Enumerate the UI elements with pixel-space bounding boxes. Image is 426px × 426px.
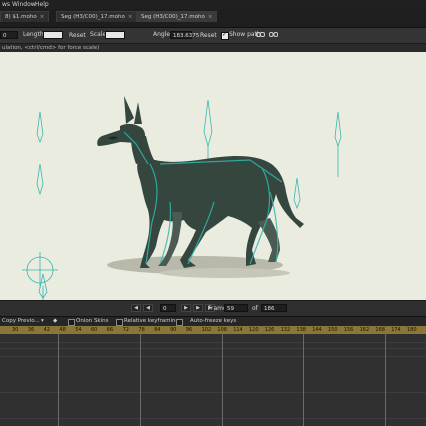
length-input[interactable] <box>43 31 63 39</box>
scene-canvas[interactable] <box>0 52 426 300</box>
ruler-tick-label: 138 <box>296 327 306 333</box>
of-label: of <box>252 305 258 312</box>
close-icon[interactable]: × <box>40 14 45 20</box>
tab-label: Seg (H3/C00)_17.moho <box>141 14 205 20</box>
ruler-tick-label: 30 <box>12 327 19 333</box>
ruler-tick-label: 96 <box>185 327 193 333</box>
reset-length-button[interactable]: Reset <box>69 31 86 40</box>
length-label: Length <box>23 31 44 38</box>
ruler-tick-label: 156 <box>343 327 354 333</box>
menu-item-help[interactable]: Help <box>35 1 49 8</box>
position-field[interactable]: 0 <box>0 31 18 39</box>
ruler-tick-label: 162 <box>359 327 370 333</box>
copy-previous-dropdown[interactable]: Copy Previo... <box>2 318 40 324</box>
ruler-tick-label: 174 <box>391 327 401 333</box>
ruler-tick-label: 36 <box>27 327 35 333</box>
tab-label: 8) $1.moho <box>5 14 37 20</box>
onion-skins-label: Onion Skins <box>76 318 109 324</box>
play-button[interactable]: ▶ <box>181 304 191 312</box>
track-row <box>0 418 426 419</box>
keyframe-marker-line <box>303 334 304 426</box>
auto-freeze-checkbox[interactable] <box>176 319 183 326</box>
ruler-tick-label: 72 <box>122 327 129 333</box>
tab-label: Seg (H3/C00)_17.moho <box>61 14 125 20</box>
menu-bar: ws Window Help <box>0 0 426 9</box>
frame-input[interactable]: 59 <box>224 304 248 312</box>
ruler-tick-label: 120 <box>249 327 259 333</box>
ruler-tick-label: 78 <box>138 327 145 333</box>
playback-field[interactable]: 0 <box>160 304 176 312</box>
track-row <box>0 392 426 393</box>
document-tab[interactable]: Seg (H3/C00)_17.moho × <box>56 11 138 22</box>
relative-keyframing-checkbox[interactable] <box>116 319 123 326</box>
menu-item-window[interactable]: Window <box>12 1 36 8</box>
ruler-tick-label: 180 <box>407 327 417 333</box>
ruler-tick-label: 42 <box>43 327 50 333</box>
ruler-tick-label: 108 <box>217 327 227 333</box>
keyframe-marker-line <box>385 334 386 426</box>
ruler-tick-label: 66 <box>106 327 114 333</box>
track-row <box>0 356 426 357</box>
unlink-icon[interactable] <box>269 31 278 38</box>
auto-freeze-label: Auto-freeze keys <box>190 318 237 324</box>
ruler-tick-label: 168 <box>375 327 385 333</box>
ruler-tick-label: 126 <box>264 327 275 333</box>
link-icon[interactable] <box>256 31 265 38</box>
keyframe-marker-line <box>58 334 59 426</box>
angle-label: Angle <box>153 31 171 38</box>
tool-hint-text: ulation, <ctrl/cmd> for force scale) <box>0 44 426 52</box>
step-forward-button[interactable]: ▶ <box>193 304 203 312</box>
ruler-tick-label: 132 <box>280 327 291 333</box>
ruler-tick-label: 114 <box>233 327 243 333</box>
ruler-tick-label: 102 <box>201 327 212 333</box>
keyframe-marker-line <box>140 334 141 426</box>
scene-artwork[interactable] <box>0 52 426 300</box>
ruler-tick-label: 60 <box>91 327 98 333</box>
rewind-button[interactable]: ◀ <box>131 304 141 312</box>
menu-item-ws[interactable]: ws <box>2 1 10 8</box>
document-tab[interactable]: 8) $1.moho × <box>0 11 50 22</box>
ruler-tick-label: 84 <box>154 327 161 333</box>
target-crosshair <box>22 252 58 288</box>
step-back-button[interactable]: ◀ <box>143 304 153 312</box>
relative-keyframing-label: Relative keyframing <box>124 318 179 324</box>
total-frames-input[interactable]: 186 <box>261 304 287 312</box>
ruler-tick-label: 144 <box>312 327 322 333</box>
track-row <box>0 348 426 349</box>
scale-label: Scale <box>90 31 107 38</box>
scale-input[interactable] <box>105 31 125 39</box>
document-tab-active[interactable]: Seg (H3/C00)_17.moho × <box>136 11 218 22</box>
ground-shadow <box>160 268 290 278</box>
track-row <box>0 342 426 343</box>
close-icon[interactable]: × <box>128 14 133 20</box>
show-path-checkbox[interactable] <box>221 31 229 40</box>
reset-angle-button[interactable]: Reset <box>200 31 217 40</box>
keyframe-icon[interactable]: ◆ <box>53 318 57 324</box>
dog-character <box>97 96 304 268</box>
ruler-tick-label: 48 <box>59 327 66 333</box>
dropdown-arrow-icon[interactable]: ▾ <box>41 318 44 324</box>
ruler-tick-label: 150 <box>328 327 338 333</box>
ruler-tick-label: 54 <box>75 327 82 333</box>
ruler-tick-label: 90 <box>170 327 177 333</box>
angle-input[interactable]: 183.6375 <box>170 31 199 39</box>
close-icon[interactable]: × <box>208 14 213 20</box>
onion-skins-checkbox[interactable] <box>68 319 75 326</box>
keyframe-marker-line <box>222 334 223 426</box>
